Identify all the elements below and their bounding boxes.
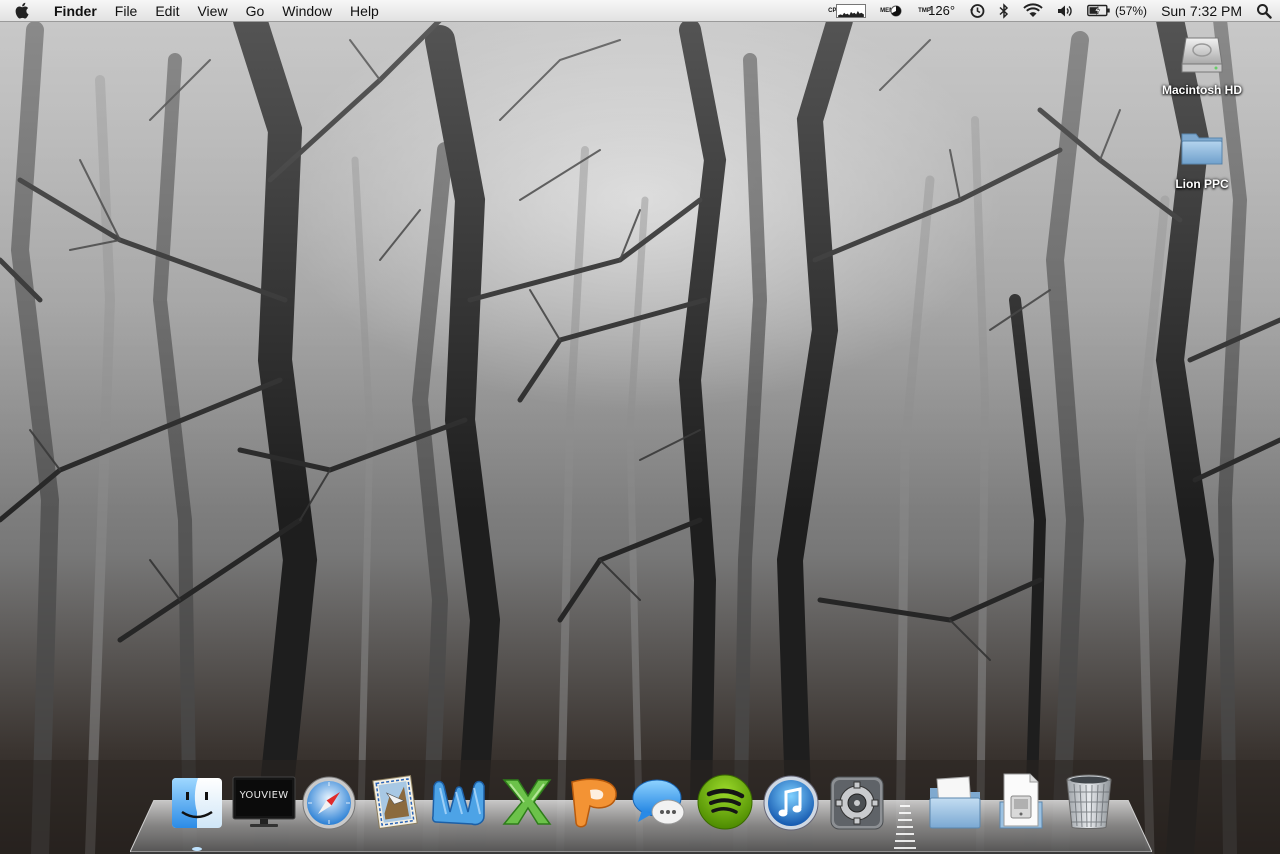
speaker-volume-icon: [1058, 5, 1072, 16]
dock-item-powerpoint[interactable]: [564, 772, 622, 832]
spotlight-search-icon: [1257, 3, 1272, 19]
time-machine-menu[interactable]: [969, 0, 985, 22]
youview-logo-text: YouView: [239, 790, 289, 801]
temperature-value: 126°: [928, 3, 956, 18]
volume-menu[interactable]: [1057, 0, 1073, 22]
trash-icon: [1066, 774, 1112, 829]
bluetooth-icon: [999, 2, 1009, 19]
memory-meter[interactable]: MEM: [880, 0, 904, 22]
mail-icon: [372, 775, 418, 829]
menu-file[interactable]: File: [106, 0, 147, 22]
cpu-label: CPU: [828, 7, 841, 14]
apple-logo-icon: [15, 2, 29, 19]
dock-item-system-preferences[interactable]: [828, 772, 886, 832]
mem-label: MEM: [880, 7, 895, 14]
wifi-menu[interactable]: [1023, 0, 1043, 22]
clock-text: Sun 7:32 PM: [1161, 2, 1242, 19]
youview-icon: [232, 776, 296, 827]
hard-drive-icon: [1181, 37, 1223, 73]
time-machine-icon: [970, 3, 985, 18]
desktop-wallpaper: [0, 0, 1280, 854]
cpu-meter[interactable]: CPU: [828, 0, 867, 22]
battery-percentage: (57%): [1115, 3, 1148, 18]
wifi-icon: [1023, 3, 1043, 17]
dock-item-downloads[interactable]: [992, 772, 1050, 832]
battery-charging-icon: [1087, 4, 1110, 17]
powerpoint-icon: [571, 778, 617, 828]
finder-icon: [172, 778, 222, 828]
menu-window[interactable]: Window: [273, 0, 341, 22]
documents-folder-icon: [929, 776, 981, 829]
cpu-graph-icon: [836, 3, 867, 18]
spotlight-button[interactable]: [1256, 0, 1272, 22]
word-icon: [432, 780, 485, 826]
battery-menu[interactable]: (57%): [1087, 0, 1147, 22]
dock-item-spotify[interactable]: [696, 772, 754, 832]
menu-help[interactable]: Help: [341, 0, 388, 22]
messages-icon: [632, 779, 685, 825]
dock-item-finder[interactable]: [168, 772, 226, 832]
dock-item-word[interactable]: [430, 772, 488, 832]
dock-item-itunes[interactable]: [762, 772, 820, 832]
temperature-sensor[interactable]: TMP 126°: [918, 0, 955, 22]
menu-finder[interactable]: Finder: [44, 0, 106, 22]
dock-item-messages[interactable]: [630, 772, 688, 832]
dock-item-trash[interactable]: [1060, 772, 1118, 832]
desktop-icon-macintosh-hd[interactable]: Macintosh HD: [1152, 30, 1252, 97]
downloads-stack-icon: [999, 773, 1043, 829]
desktop-icon-label: Macintosh HD: [1161, 83, 1242, 97]
safari-icon: [302, 776, 356, 830]
dock-item-documents[interactable]: [926, 772, 984, 832]
bluetooth-menu[interactable]: [999, 0, 1009, 22]
menu-bar: Finder File Edit View Go Window Help CPU…: [0, 0, 1280, 22]
memory-pie-icon: [890, 5, 902, 16]
menu-edit[interactable]: Edit: [146, 0, 188, 22]
excel-icon: [502, 779, 552, 825]
itunes-icon: [763, 775, 819, 831]
clock[interactable]: Sun 7:32 PM: [1161, 0, 1242, 22]
menu-go[interactable]: Go: [237, 0, 274, 22]
dock-item-safari[interactable]: [300, 772, 358, 832]
temp-label: TMP: [918, 7, 931, 14]
desktop-icon-lion-ppc[interactable]: Lion PPC: [1152, 124, 1252, 191]
menu-view[interactable]: View: [188, 0, 236, 22]
spotify-icon: [697, 774, 753, 830]
foggy-forest-trees: [0, 0, 1280, 854]
desktop-icon-label: Lion PPC: [1175, 177, 1229, 191]
folder-icon: [1181, 133, 1223, 165]
dock-item-excel[interactable]: [498, 772, 556, 832]
system-preferences-icon: [830, 776, 884, 830]
dock-item-youview[interactable]: YouView: [232, 772, 296, 832]
dock-item-mail[interactable]: [366, 772, 424, 832]
apple-menu[interactable]: [0, 0, 44, 22]
